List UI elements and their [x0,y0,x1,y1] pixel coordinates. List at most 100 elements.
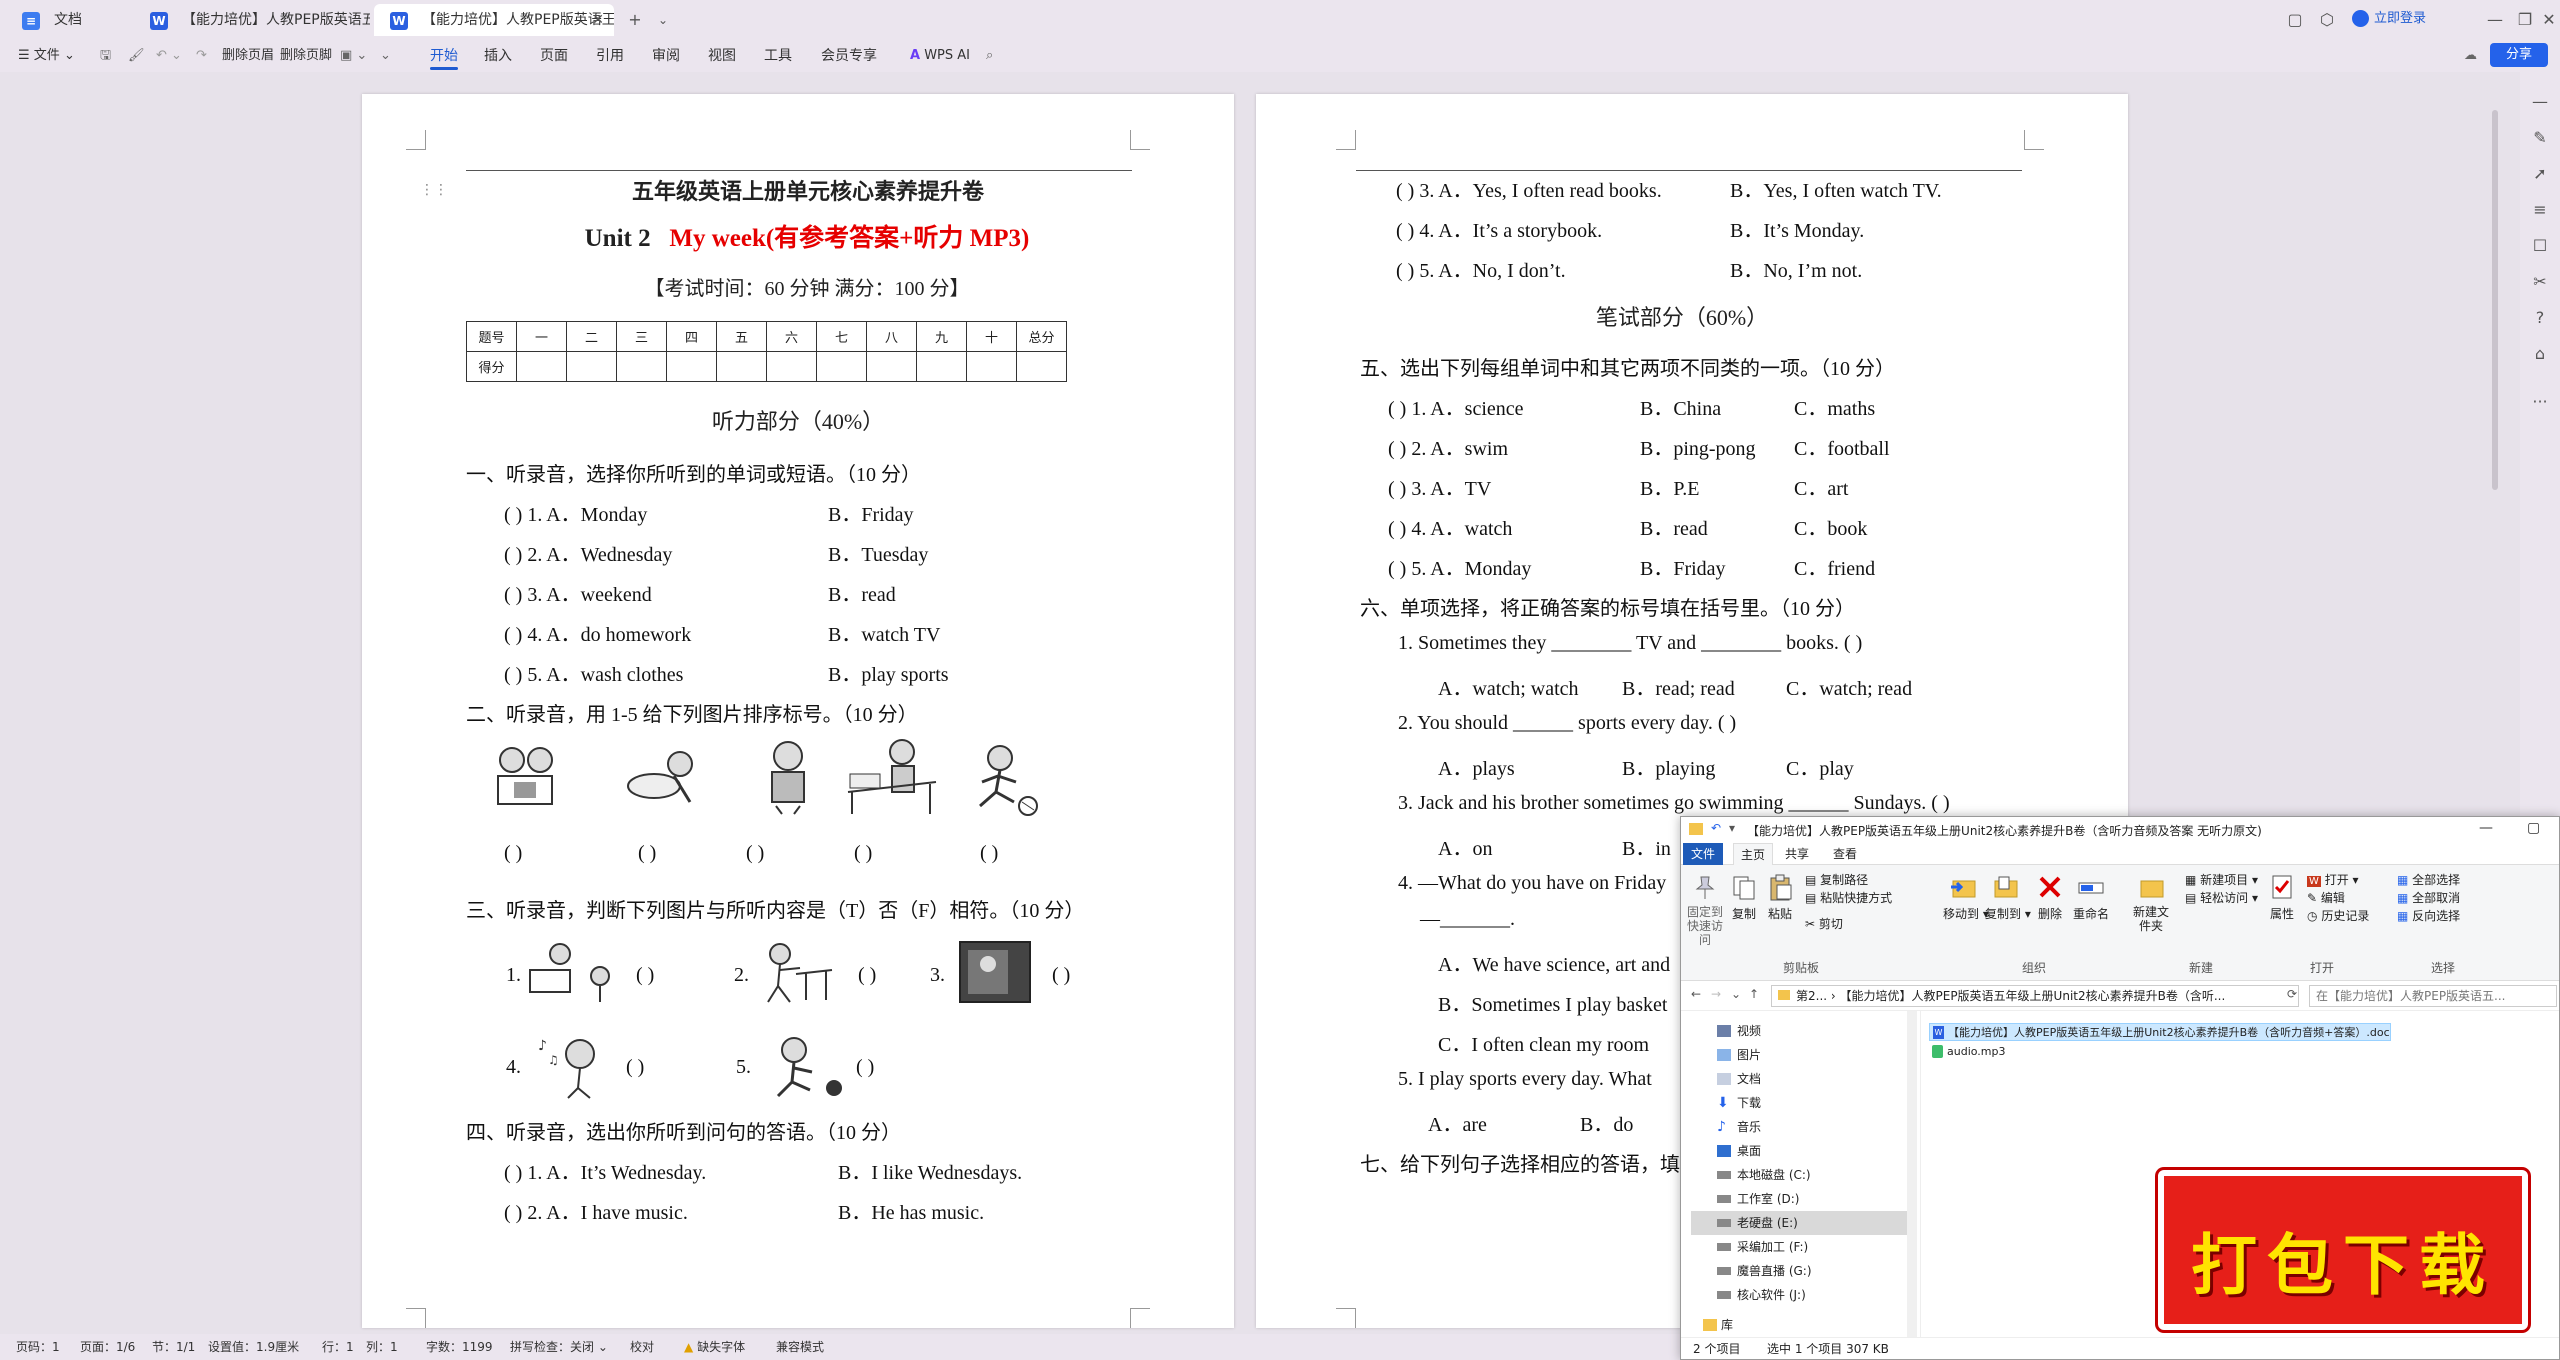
refresh-icon[interactable]: ⟳ [2287,987,2297,1001]
invert-selection-button[interactable]: ▦ 反向选择 [2397,907,2460,924]
nav-item[interactable]: 库 [1691,1313,1911,1337]
tab-docs[interactable]: ≡ 文档 [6,4,130,36]
ribbon-tab-share[interactable]: 共享 [1785,843,1809,865]
menu-home[interactable]: 开始 [424,40,464,72]
search-icon[interactable]: ⌕ [986,40,993,72]
download-banner[interactable]: 打包下载 [2158,1170,2528,1330]
pin-button[interactable]: 固定到快速访问 [1685,873,1725,947]
nav-item[interactable]: 核心软件 (J:) [1691,1283,1911,1307]
properties-button[interactable]: 属性 [2267,873,2297,922]
chevron-down-icon[interactable]: ⌄ [380,40,391,72]
nav-item[interactable]: 桌面 [1691,1139,1911,1163]
scrollbar[interactable] [2492,110,2498,490]
paste-shortcut-button[interactable]: ▤ 粘贴快捷方式 [1805,889,1892,906]
menu-insert[interactable]: 插入 [478,40,518,72]
cursor-icon[interactable]: ➚ [2530,164,2550,184]
window-icon[interactable]: ▢ [2280,6,2310,34]
nav-item[interactable]: ⬇ 下载 [1691,1091,1911,1115]
nav-item[interactable]: 魔兽直播 (G:) [1691,1259,1911,1283]
menu-reference[interactable]: 引用 [590,40,630,72]
status-setting[interactable]: 设置值：1.9厘米 [208,1334,299,1360]
open-button[interactable]: W 打开 ▾ [2307,871,2359,888]
undo-icon[interactable]: ↶ ⌄ [156,40,182,72]
cube-icon[interactable]: ⬡ [2312,6,2342,34]
status-section[interactable]: 节：1/1 [152,1334,195,1360]
search-box[interactable]: 在【能力培优】人教PEP版英语五... [2309,985,2557,1007]
cut-button[interactable]: ✂ 剪切 [1805,915,1843,932]
file-menu[interactable]: ☰ 文件 ⌄ [18,40,75,72]
ribbon-tab-view[interactable]: 查看 [1833,843,1857,865]
file-item[interactable]: audio.mp3 [1929,1043,2005,1061]
format-painter-icon[interactable]: 🖌 [128,40,145,72]
tab-document-2[interactable]: W 【能力培优】人教PEP版英语王 ✕ [374,4,614,36]
new-folder-button[interactable]: 新建文件夹 [2129,873,2173,933]
edit-button[interactable]: ✎ 编辑 [2307,889,2345,906]
cloud-icon[interactable]: ☁ [2464,40,2477,72]
new-tab-icon[interactable]: + [620,6,650,34]
sliders-icon[interactable]: ≡ [2530,200,2550,220]
delete-header-button[interactable]: 删除页眉 [222,40,274,72]
file-item-selected[interactable]: W 【能力培优】人教PEP版英语五年级上册Unit2核心素养提升B卷（含听力音频… [1929,1023,2391,1041]
login-link[interactable]: 立即登录 [2352,10,2426,28]
up-icon[interactable]: ↑ [1749,987,1759,1001]
undo-icon[interactable]: ↶ [1711,821,1721,835]
copy-button[interactable]: 复制 [1729,873,1759,922]
status-row[interactable]: 行：1 [322,1334,354,1360]
close-tab-icon[interactable]: ✕ [592,4,604,36]
status-page-number[interactable]: 页码：1 [16,1334,60,1360]
tab-document-1[interactable]: W 【能力培优】人教PEP版英语五年级上 [134,4,370,36]
save-icon[interactable]: 🖫 [100,40,111,72]
nav-item[interactable]: 工作室 (D:) [1691,1187,1911,1211]
easy-access-button[interactable]: ▤ 轻松访问 ▾ [2185,889,2258,906]
status-pages[interactable]: 页面：1/6 [80,1334,135,1360]
status-spellcheck[interactable]: 拼写检查：关闭 ⌄ [510,1334,608,1360]
nav-item[interactable]: 图片 [1691,1043,1911,1067]
minimize-icon[interactable]: — [2479,820,2493,836]
nav-item-selected[interactable]: 老硬盘 (E:) [1691,1211,1911,1235]
chevron-down-icon[interactable]: ▾ [1729,821,1735,835]
copy-to-button[interactable]: 复制到 ▾ [1985,873,2031,922]
minus-icon[interactable]: — [2530,92,2550,112]
nav-item[interactable]: 本地磁盘 (C:) [1691,1163,1911,1187]
shirt-icon[interactable]: ⌂ [2530,344,2550,364]
ribbon-tab-file[interactable]: 文件 [1683,843,1723,865]
status-col[interactable]: 列：1 [366,1334,398,1360]
status-compat[interactable]: 兼容模式 [776,1334,824,1360]
close-window-icon[interactable]: ✕ [2534,6,2560,34]
menu-page[interactable]: 页面 [534,40,574,72]
delete-footer-button[interactable]: 删除页脚 [280,40,332,72]
copy-path-button[interactable]: ▤ 复制路径 [1805,871,1868,888]
nav-item[interactable]: 采编加工 (F:) [1691,1235,1911,1259]
status-words[interactable]: 字数：1199 [426,1334,493,1360]
history-button[interactable]: ◷ 历史记录 [2307,907,2369,924]
status-proofread[interactable]: 校对 [630,1334,654,1360]
delete-button[interactable]: 删除 [2035,873,2065,922]
restore-icon[interactable]: ▢ [2527,820,2540,836]
move-to-button[interactable]: 移动到 ▾ [1943,873,1989,922]
menu-review[interactable]: 审阅 [646,40,686,72]
nav-item[interactable]: 文档 [1691,1067,1911,1091]
nav-scrollbar[interactable] [1907,1011,1917,1337]
edit-box-icon[interactable]: ☐ [2530,236,2550,256]
forward-icon[interactable]: → [1711,987,1721,1001]
select-none-button[interactable]: ▦ 全部取消 [2397,889,2460,906]
nav-item[interactable]: ♪ 音乐 [1691,1115,1911,1139]
rename-button[interactable]: 重命名 [2071,873,2111,922]
menu-tools[interactable]: 工具 [758,40,798,72]
nav-item[interactable]: 视频 [1691,1019,1911,1043]
back-icon[interactable]: ← [1691,987,1701,1001]
minimize-icon[interactable]: — [2480,6,2510,34]
address-bar[interactable]: 第2... › 【能力培优】人教PEP版英语五年级上册Unit2核心素养提升B卷… [1771,985,2299,1007]
page-setup-icon[interactable]: ▣ ⌄ [340,40,367,72]
help-icon[interactable]: ? [2530,308,2550,328]
select-all-button[interactable]: ▦ 全部选择 [2397,871,2460,888]
new-item-button[interactable]: ▦ 新建项目 ▾ [2185,871,2258,888]
paste-button[interactable]: 粘贴 [1765,873,1795,922]
more-icon[interactable]: ··· [2530,392,2550,412]
chevron-down-icon[interactable]: ⌄ [648,6,678,34]
menu-view[interactable]: 视图 [702,40,742,72]
wps-ai-button[interactable]: A WPS AI [910,40,970,72]
menu-member[interactable]: 会员专享 [816,40,882,72]
status-missing-font[interactable]: ▲ 缺失字体 [684,1334,745,1360]
redo-icon[interactable]: ↷ [196,40,207,72]
